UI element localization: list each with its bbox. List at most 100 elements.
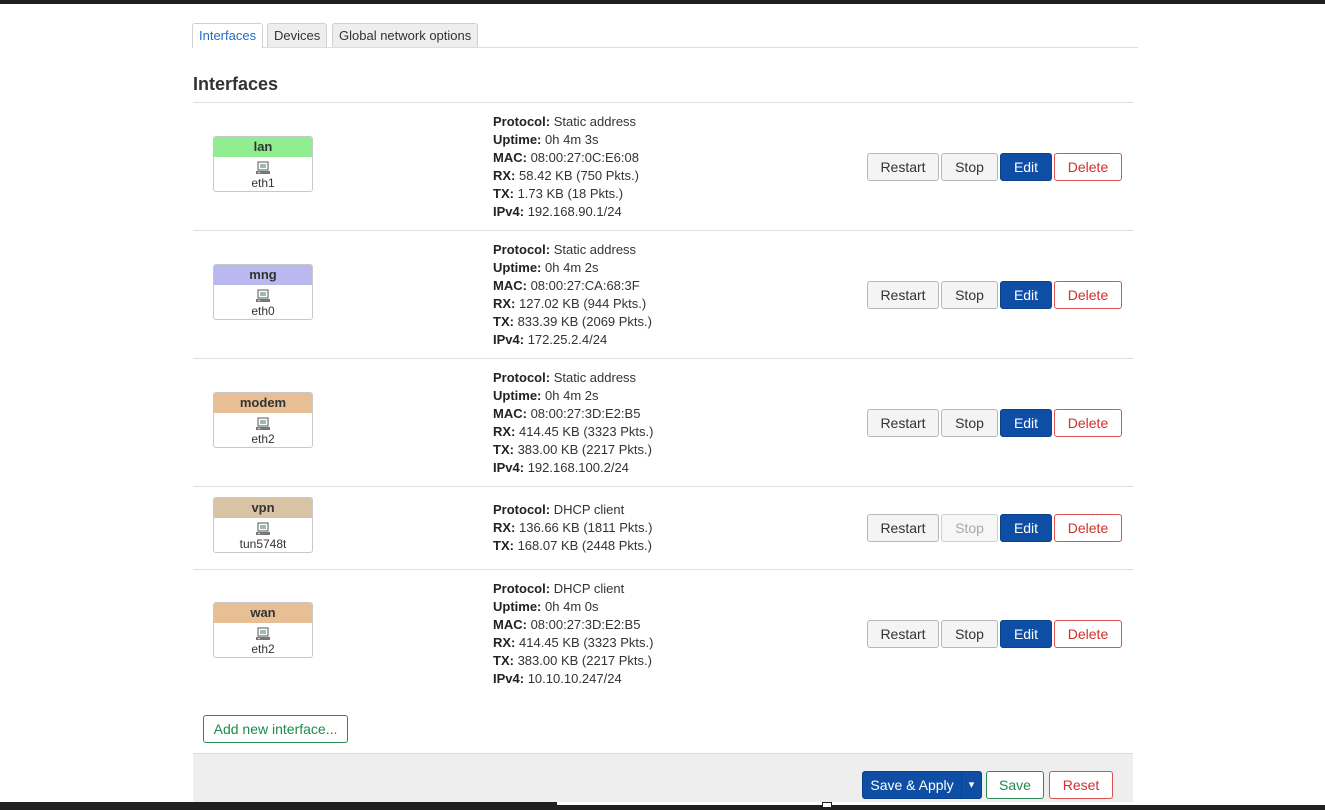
edit-button-wan[interactable]: Edit bbox=[1000, 620, 1052, 648]
row-separator bbox=[193, 102, 1133, 103]
delete-button-wan[interactable]: Delete bbox=[1054, 620, 1122, 648]
status-label: TX: bbox=[493, 186, 514, 201]
tab-global-network-options[interactable]: Global network options bbox=[332, 23, 479, 47]
stop-button-wan[interactable]: Stop bbox=[941, 620, 998, 648]
status-label: IPv4: bbox=[493, 671, 525, 686]
status-field: MAC: 08:00:27:3D:E2:B5 bbox=[493, 616, 653, 634]
delete-button-vpn[interactable]: Delete bbox=[1054, 514, 1122, 542]
delete-button-modem[interactable]: Delete bbox=[1054, 409, 1122, 437]
restart-button-modem[interactable]: Restart bbox=[867, 409, 939, 437]
restart-button-mng[interactable]: Restart bbox=[867, 281, 939, 309]
network-port-icon bbox=[255, 161, 271, 175]
status-label: MAC: bbox=[493, 278, 527, 293]
add-interface-button[interactable]: Add new interface... bbox=[203, 715, 348, 743]
status-label: RX: bbox=[493, 168, 516, 183]
status-label: TX: bbox=[493, 653, 514, 668]
status-value: 192.168.90.1/24 bbox=[527, 204, 622, 219]
restart-button-wan[interactable]: Restart bbox=[867, 620, 939, 648]
interface-name: modem bbox=[214, 393, 312, 413]
status-label: RX: bbox=[493, 424, 516, 439]
restart-button-vpn[interactable]: Restart bbox=[867, 514, 939, 542]
status-label: IPv4: bbox=[493, 460, 525, 475]
restart-button-lan[interactable]: Restart bbox=[867, 153, 939, 181]
row-separator bbox=[193, 230, 1133, 231]
status-value: 192.168.100.2/24 bbox=[527, 460, 629, 475]
status-field: TX: 383.00 KB (2217 Pkts.) bbox=[493, 652, 653, 670]
status-value: 08:00:27:CA:68:3F bbox=[530, 278, 640, 293]
status-field: Uptime: 0h 4m 3s bbox=[493, 131, 639, 149]
status-field: IPv4: 192.168.90.1/24 bbox=[493, 203, 639, 221]
status-field: MAC: 08:00:27:3D:E2:B5 bbox=[493, 405, 653, 423]
tab-interfaces[interactable]: Interfaces bbox=[192, 23, 264, 48]
interface-status: Protocol: Static address Uptime: 0h 4m 2s… bbox=[493, 241, 652, 349]
bottom-bar bbox=[0, 802, 1325, 810]
save-apply-button[interactable]: Save & Apply bbox=[862, 771, 962, 799]
status-field: IPv4: 192.168.100.2/24 bbox=[493, 459, 653, 477]
reset-button[interactable]: Reset bbox=[1049, 771, 1113, 799]
tab-devices[interactable]: Devices bbox=[267, 23, 328, 47]
interface-name: wan bbox=[214, 603, 312, 623]
row-separator bbox=[193, 486, 1133, 487]
network-port-icon bbox=[255, 289, 271, 303]
status-value: 0h 4m 2s bbox=[545, 260, 599, 275]
network-port-icon bbox=[255, 417, 271, 431]
status-field: Uptime: 0h 4m 2s bbox=[493, 259, 652, 277]
stop-button-modem[interactable]: Stop bbox=[941, 409, 998, 437]
status-label: IPv4: bbox=[493, 204, 525, 219]
tab-bar: Interfaces Devices Global network option… bbox=[192, 23, 1138, 48]
interface-status: Protocol: Static address Uptime: 0h 4m 3s… bbox=[493, 113, 639, 221]
status-label: Uptime: bbox=[493, 388, 542, 403]
status-field: RX: 127.02 KB (944 Pkts.) bbox=[493, 295, 652, 313]
status-value: 08:00:27:3D:E2:B5 bbox=[530, 406, 641, 421]
status-value: 127.02 KB (944 Pkts.) bbox=[519, 296, 647, 311]
section-title: Interfaces bbox=[193, 74, 279, 94]
interface-status: Protocol: Static address Uptime: 0h 4m 2s… bbox=[493, 369, 653, 477]
status-label: TX: bbox=[493, 314, 514, 329]
save-button[interactable]: Save bbox=[986, 771, 1044, 799]
edit-button-modem[interactable]: Edit bbox=[1000, 409, 1052, 437]
status-label: RX: bbox=[493, 520, 516, 535]
status-label: Protocol: bbox=[493, 114, 551, 129]
status-value: 136.66 KB (1811 Pkts.) bbox=[519, 520, 653, 535]
network-port-icon bbox=[255, 522, 271, 536]
status-label: RX: bbox=[493, 635, 516, 650]
edit-button-vpn[interactable]: Edit bbox=[1000, 514, 1052, 542]
status-field: TX: 1.73 KB (18 Pkts.) bbox=[493, 185, 639, 203]
stop-button-vpn[interactable]: Stop bbox=[941, 514, 998, 542]
status-value: Static address bbox=[553, 242, 637, 257]
status-label: MAC: bbox=[493, 406, 527, 421]
status-value: 833.39 KB (2069 Pkts.) bbox=[517, 314, 652, 329]
status-field: Protocol: Static address bbox=[493, 241, 652, 259]
delete-button-mng[interactable]: Delete bbox=[1054, 281, 1122, 309]
status-field: IPv4: 10.10.10.247/24 bbox=[493, 670, 653, 688]
interface-device: eth2 bbox=[251, 432, 275, 446]
status-value: 168.07 KB (2448 Pkts.) bbox=[517, 538, 652, 553]
status-value: 10.10.10.247/24 bbox=[527, 671, 622, 686]
status-field: TX: 383.00 KB (2217 Pkts.) bbox=[493, 441, 653, 459]
interface-device: eth0 bbox=[251, 304, 275, 318]
status-value: 414.45 KB (3323 Pkts.) bbox=[519, 424, 654, 439]
delete-button-lan[interactable]: Delete bbox=[1054, 153, 1122, 181]
stop-button-lan[interactable]: Stop bbox=[941, 153, 998, 181]
edit-button-mng[interactable]: Edit bbox=[1000, 281, 1052, 309]
status-field: RX: 414.45 KB (3323 Pkts.) bbox=[493, 634, 653, 652]
edit-button-lan[interactable]: Edit bbox=[1000, 153, 1052, 181]
status-label: TX: bbox=[493, 538, 514, 553]
interface-name: vpn bbox=[214, 498, 312, 518]
interface-device: tun5748t bbox=[239, 537, 287, 551]
network-port-icon bbox=[255, 627, 271, 641]
status-field: MAC: 08:00:27:CA:68:3F bbox=[493, 277, 652, 295]
row-separator bbox=[193, 358, 1133, 359]
status-value: 383.00 KB (2217 Pkts.) bbox=[517, 442, 652, 457]
status-label: RX: bbox=[493, 296, 516, 311]
row-separator bbox=[193, 569, 1133, 570]
status-label: MAC: bbox=[493, 617, 527, 632]
top-bar bbox=[0, 0, 1325, 4]
stop-button-mng[interactable]: Stop bbox=[941, 281, 998, 309]
status-field: Protocol: Static address bbox=[493, 369, 653, 387]
status-field: RX: 58.42 KB (750 Pkts.) bbox=[493, 167, 639, 185]
status-value: 0h 4m 3s bbox=[545, 132, 599, 147]
save-apply-dropdown-button[interactable]: ▾ bbox=[961, 771, 982, 799]
status-label: MAC: bbox=[493, 150, 527, 165]
interface-device: eth1 bbox=[251, 176, 275, 190]
